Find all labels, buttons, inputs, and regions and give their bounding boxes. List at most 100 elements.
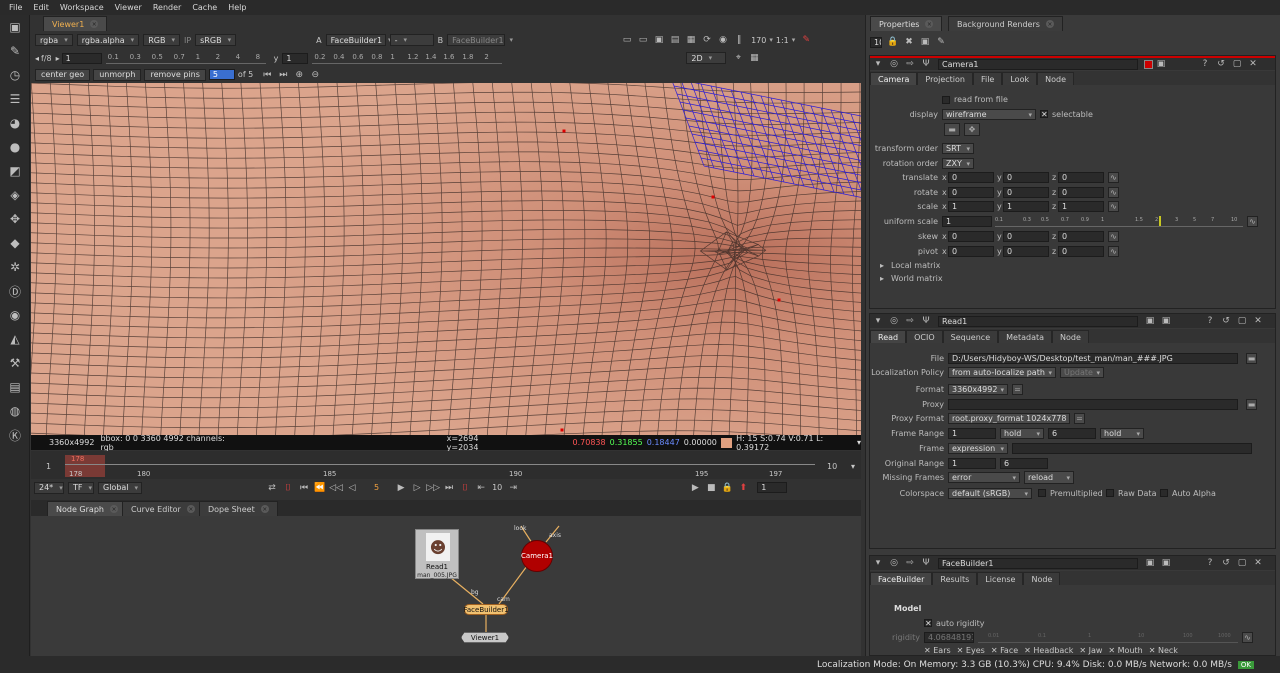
fstop-arrow-icon[interactable]: ◂ — [35, 54, 39, 63]
close-panel-icon[interactable]: ✕ — [1252, 557, 1264, 569]
step-value[interactable]: 10 — [492, 483, 502, 492]
furnace-icon[interactable]: ▤ — [7, 379, 23, 395]
mouth-checkbox[interactable]: ✕ Mouth — [1108, 646, 1142, 655]
refresh-icon[interactable]: ⟳ — [701, 34, 713, 46]
pen-icon[interactable]: ✎ — [800, 34, 812, 46]
gl-color-icon[interactable]: ▣ — [1155, 58, 1167, 70]
transform-order-dropdown[interactable]: SRT — [942, 143, 974, 154]
rgb-dropdown[interactable]: RGB — [143, 34, 180, 46]
zoom-value[interactable]: 170 — [751, 36, 766, 45]
float-panel-icon[interactable]: ▢ — [1236, 557, 1248, 569]
node-icon[interactable]: ⇨ — [904, 557, 916, 569]
uniform-scale-slider[interactable]: 0.1 0.3 0.5 0.7 0.9 1 1.5 2 3 5 7 10 — [995, 216, 1243, 227]
keyer-icon[interactable]: ◩ — [7, 163, 23, 179]
tab-results[interactable]: Results — [932, 572, 978, 585]
pause-icon[interactable]: ‖ — [733, 34, 745, 46]
neck-checkbox[interactable]: ✕ Neck — [1149, 646, 1178, 655]
grid-icon[interactable]: ▦ — [748, 52, 760, 64]
local-matrix-toggle[interactable]: Local matrix — [891, 261, 940, 270]
node-icon[interactable]: ⇨ — [904, 58, 916, 70]
eyes-checkbox[interactable]: ✕ Eyes — [957, 646, 985, 655]
collapse-icon[interactable]: ▾ — [872, 315, 884, 327]
close-icon[interactable]: × — [186, 505, 195, 513]
collapse-icon[interactable]: ▾ — [872, 557, 884, 569]
float-icon[interactable]: ▣ — [919, 36, 931, 48]
center-icon[interactable]: ◎ — [888, 58, 900, 70]
read-from-file-checkbox[interactable] — [942, 96, 950, 104]
collapse-icon[interactable]: ▾ — [872, 58, 884, 70]
playback-end-field[interactable]: 1 — [757, 482, 788, 493]
close-panel-icon[interactable]: ✕ — [1247, 58, 1259, 70]
tile-color-icon[interactable]: ▣ — [1144, 315, 1156, 327]
draw-icon[interactable]: ✎ — [7, 43, 23, 59]
gain-slider[interactable]: 0.1 0.3 0.5 0.7 1 2 4 8 — [105, 52, 266, 64]
float-panel-icon[interactable]: ▢ — [1236, 315, 1248, 327]
timeline-start[interactable]: 1 — [46, 462, 51, 471]
lock-icon[interactable]: 🔒 — [887, 36, 899, 48]
help-icon[interactable]: Ψ — [920, 557, 932, 569]
filter-icon[interactable]: ● — [7, 139, 23, 155]
auto-alpha-checkbox[interactable] — [1160, 489, 1168, 497]
tab-viewer1[interactable]: Viewer1 × — [43, 16, 108, 31]
frame-range-start-mode[interactable]: hold — [1000, 428, 1044, 439]
prev-frame-icon[interactable]: ◁ — [346, 482, 358, 494]
uniform-scale-field[interactable]: 1 — [942, 216, 992, 227]
tab-node[interactable]: Node — [1023, 572, 1061, 585]
tab-sequence[interactable]: Sequence — [942, 330, 999, 343]
close-panel-icon[interactable]: ✕ — [1252, 315, 1264, 327]
time-icon[interactable]: ◷ — [7, 67, 23, 83]
proxy-icon[interactable]: ▭ — [637, 34, 649, 46]
color-icon[interactable]: ◕ — [7, 115, 23, 131]
timeline-menu-icon[interactable]: ▾ — [851, 462, 855, 471]
world-matrix-toggle[interactable]: World matrix — [891, 274, 943, 283]
layers-icon[interactable]: ▤ — [669, 34, 681, 46]
ip-button[interactable]: IP — [184, 36, 191, 45]
tab-projection[interactable]: Projection — [917, 72, 973, 85]
original-range-start[interactable]: 1 — [948, 458, 996, 469]
proxy-format-dropdown[interactable]: root.proxy_format 1024x778 — [948, 413, 1070, 424]
loop-icon[interactable]: ⇄ — [266, 482, 278, 494]
proxy-field[interactable] — [948, 399, 1238, 410]
menu-edit[interactable]: Edit — [28, 3, 55, 12]
merge-icon[interactable]: ◈ — [7, 187, 23, 203]
lock-icon[interactable]: 🔒 — [721, 482, 733, 494]
first-frame-icon[interactable]: ⏮ — [298, 482, 310, 494]
camera-node[interactable]: Camera1 — [521, 540, 553, 572]
menu-cache[interactable]: Cache — [187, 3, 223, 12]
facebuilder-icon[interactable]: ◍ — [7, 403, 23, 419]
update-button[interactable]: Update — [1060, 367, 1104, 378]
format-edit-icon[interactable]: = — [1012, 384, 1023, 395]
max-panels-field[interactable]: 10 — [870, 36, 882, 48]
transform-icon[interactable]: ✥ — [7, 211, 23, 227]
headback-checkbox[interactable]: ✕ Headback — [1024, 646, 1073, 655]
viewer-node[interactable]: Viewer1 — [461, 632, 509, 643]
close-icon[interactable]: × — [1045, 20, 1054, 28]
display-dropdown[interactable]: wireframe — [942, 109, 1036, 120]
scale-z-field[interactable]: 1 — [1058, 201, 1104, 212]
pivot-z-field[interactable]: 0 — [1058, 246, 1104, 257]
tab-license[interactable]: License — [977, 572, 1024, 585]
tile-color-icon[interactable]: ▣ — [1144, 557, 1156, 569]
tab-curve-editor[interactable]: Curve Editor × — [122, 501, 204, 516]
close-icon[interactable]: × — [260, 505, 269, 513]
edit-icon[interactable]: ✎ — [935, 36, 947, 48]
remove-keyframe-icon[interactable]: ⊖ — [309, 69, 321, 81]
file-browse-icon[interactable]: ▬ — [1246, 353, 1257, 364]
face-checkbox[interactable]: ✕ Face — [991, 646, 1018, 655]
help-question-icon[interactable]: ? — [1199, 58, 1211, 70]
close-icon[interactable]: × — [109, 505, 118, 513]
proxy-format-edit-icon[interactable]: = — [1074, 413, 1085, 424]
help-icon[interactable]: Ψ — [920, 315, 932, 327]
views-icon[interactable]: ◉ — [7, 307, 23, 323]
node-icon[interactable]: ⇨ — [904, 315, 916, 327]
pin-marker[interactable] — [560, 428, 564, 432]
skew-z-field[interactable]: 0 — [1058, 231, 1104, 242]
frame-range-end[interactable]: 6 — [1048, 428, 1096, 439]
3d-icon[interactable]: ◆ — [7, 235, 23, 251]
other-icon[interactable]: ⚒ — [7, 355, 23, 371]
center-geo-button[interactable]: center geo — [35, 68, 91, 81]
facebuilder-name-field[interactable]: FaceBuilder1 — [938, 557, 1138, 569]
folder-icon[interactable]: ▬ — [944, 123, 960, 136]
stop-icon[interactable]: ■ — [705, 482, 717, 494]
channel-icon[interactable]: ☰ — [7, 91, 23, 107]
